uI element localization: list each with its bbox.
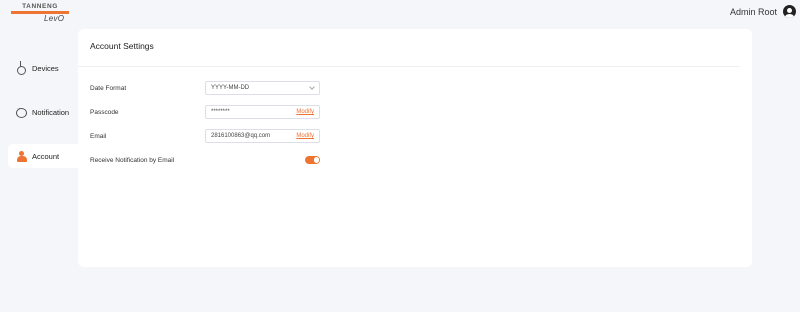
modify-passcode-link[interactable]: Modify xyxy=(296,109,314,115)
user-menu[interactable]: Admin Root xyxy=(730,5,796,18)
date-format-row: Date Format YYYY-MM-DD xyxy=(90,81,320,95)
user-avatar-icon[interactable] xyxy=(783,5,796,18)
divider xyxy=(78,66,740,67)
sidebar-item-notification[interactable]: Notification xyxy=(8,100,78,124)
passcode-value: ******** xyxy=(211,109,230,115)
notify-email-toggle[interactable] xyxy=(305,156,320,164)
email-row: Email 2816100863@qq.com Modify xyxy=(90,129,320,143)
logo: TANNENG LevO xyxy=(11,3,69,23)
logo-product: LevO xyxy=(44,14,65,23)
sidebar-item-label: Account xyxy=(32,151,60,161)
notification-icon xyxy=(16,106,27,118)
sidebar-item-label: Notification xyxy=(32,107,70,117)
passcode-label: Passcode xyxy=(90,108,119,116)
page-title: Account Settings xyxy=(90,41,154,51)
date-format-value: YYYY-MM-DD xyxy=(211,85,250,91)
modify-email-link[interactable]: Modify xyxy=(296,133,314,139)
chevron-down-icon xyxy=(309,84,315,90)
sidebar: Devices Notification Account xyxy=(8,56,78,188)
email-label: Email xyxy=(90,132,107,140)
date-format-label: Date Format xyxy=(90,84,127,92)
notify-email-row: Receive Notification by Email xyxy=(90,153,320,167)
user-name: Admin Root xyxy=(729,6,777,17)
notify-email-label: Receive Notification by Email xyxy=(90,156,175,164)
sidebar-item-account[interactable]: Account xyxy=(8,144,78,168)
email-field[interactable]: 2816100863@qq.com Modify xyxy=(205,129,320,143)
devices-icon xyxy=(16,60,27,75)
account-icon xyxy=(16,150,27,162)
email-value: 2816100863@qq.com xyxy=(211,133,271,139)
logo-brand: TANNENG xyxy=(22,3,58,10)
passcode-field[interactable]: ******** Modify xyxy=(205,105,320,119)
account-settings-panel: Account Settings Date Format YYYY-MM-DD … xyxy=(78,29,752,267)
date-format-select[interactable]: YYYY-MM-DD xyxy=(205,81,320,95)
sidebar-item-devices[interactable]: Devices xyxy=(8,56,78,80)
sidebar-item-label: Devices xyxy=(32,63,59,73)
passcode-row: Passcode ******** Modify xyxy=(90,105,320,119)
